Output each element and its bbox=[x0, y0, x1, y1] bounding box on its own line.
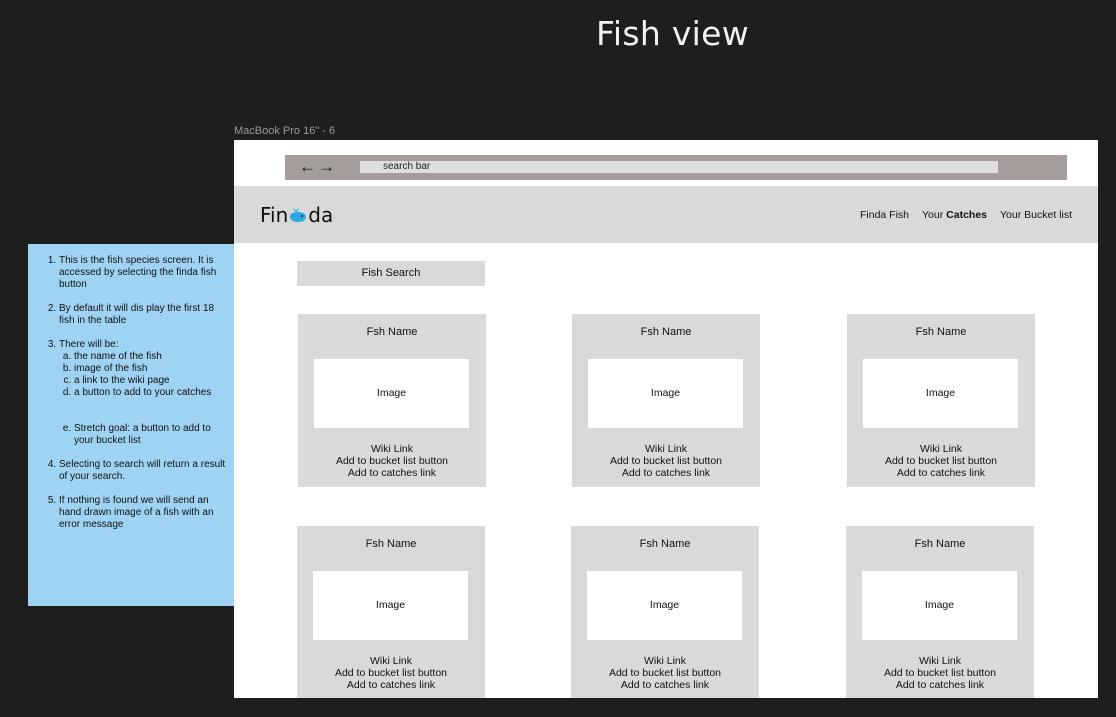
back-arrow-icon[interactable]: ← bbox=[299, 157, 318, 176]
add-to-catches-link[interactable]: Add to catches link bbox=[297, 679, 485, 691]
site-nav: Finda Fish Your Catches Your Bucket list bbox=[847, 209, 1072, 221]
add-to-catches-link[interactable]: Add to catches link bbox=[572, 467, 760, 479]
wiki-link[interactable]: Wiki Link bbox=[297, 655, 485, 667]
add-to-bucket-list-button[interactable]: Add to bucket list button bbox=[298, 455, 486, 467]
note-item-3a: the name of the fish bbox=[74, 351, 226, 363]
add-to-bucket-list-button[interactable]: Add to bucket list button bbox=[297, 667, 485, 679]
fish-card: Fsh Name Image Wiki Link Add to bucket l… bbox=[297, 526, 485, 698]
fish-image: Image bbox=[313, 571, 468, 640]
fish-image: Image bbox=[587, 571, 742, 640]
nav-your-catches[interactable]: Your Catches bbox=[922, 209, 987, 221]
add-to-bucket-list-button[interactable]: Add to bucket list button bbox=[572, 455, 760, 467]
fish-card: Fsh Name Image Wiki Link Add to bucket l… bbox=[847, 314, 1035, 487]
card-links: Wiki Link Add to bucket list button Add … bbox=[846, 655, 1034, 691]
fish-image: Image bbox=[314, 359, 469, 428]
fish-name: Fsh Name bbox=[639, 538, 691, 550]
site-header: Fin da Finda Fish Your Catches Your Bucket… bbox=[234, 186, 1098, 243]
add-to-catches-link[interactable]: Add to catches link bbox=[846, 679, 1034, 691]
note-item-4: Selecting to search will return a result… bbox=[59, 459, 226, 483]
add-to-bucket-list-button[interactable]: Add to bucket list button bbox=[847, 455, 1035, 467]
wiki-link[interactable]: Wiki Link bbox=[846, 655, 1034, 667]
fish-name: Fsh Name bbox=[366, 326, 418, 338]
add-to-bucket-list-button[interactable]: Add to bucket list button bbox=[571, 667, 759, 679]
note-item-1: This is the fish species screen. It is a… bbox=[59, 255, 226, 291]
add-to-bucket-list-button[interactable]: Add to bucket list button bbox=[846, 667, 1034, 679]
wiki-link[interactable]: Wiki Link bbox=[298, 443, 486, 455]
browser-bar: ←→ search bar bbox=[285, 155, 1067, 180]
nav-your-catches-bold: Catches bbox=[946, 209, 988, 221]
annotation-notes: This is the fish species screen. It is a… bbox=[28, 244, 234, 606]
fish-name: Fsh Name bbox=[914, 538, 966, 550]
fish-card: Fsh Name Image Wiki Link Add to bucket l… bbox=[571, 526, 759, 698]
fish-image: Image bbox=[862, 571, 1017, 640]
wiki-link[interactable]: Wiki Link bbox=[571, 655, 759, 667]
fish-card: Fsh Name Image Wiki Link Add to bucket l… bbox=[846, 526, 1034, 698]
wiki-link[interactable]: Wiki Link bbox=[847, 443, 1035, 455]
nav-finda-fish[interactable]: Finda Fish bbox=[860, 209, 909, 221]
note-item-3c: a link to the wiki page bbox=[74, 375, 226, 387]
logo-prefix: Fin bbox=[260, 203, 289, 227]
card-links: Wiki Link Add to bucket list button Add … bbox=[847, 443, 1035, 479]
add-to-catches-link[interactable]: Add to catches link bbox=[847, 467, 1035, 479]
frame-label: MacBook Pro 16" - 6 bbox=[234, 125, 336, 137]
card-links: Wiki Link Add to bucket list button Add … bbox=[571, 655, 759, 691]
fish-name: Fsh Name bbox=[640, 326, 692, 338]
nav-your-bucket-list[interactable]: Your Bucket list bbox=[1000, 209, 1072, 221]
fish-card: Fsh Name Image Wiki Link Add to bucket l… bbox=[572, 314, 760, 487]
fish-search-button[interactable]: Fish Search bbox=[297, 261, 485, 286]
logo[interactable]: Fin da bbox=[260, 203, 333, 227]
page-title: Fish view bbox=[596, 14, 750, 53]
browser-search-bar[interactable]: search bar bbox=[360, 161, 998, 173]
nav-your-catches-prefix: Your bbox=[922, 209, 944, 221]
note-item-3d: a button to add to your catches bbox=[74, 387, 226, 399]
whale-icon bbox=[290, 208, 307, 222]
note-item-3b: image of the fish bbox=[74, 363, 226, 375]
notes-list: This is the fish species screen. It is a… bbox=[48, 255, 226, 531]
note-item-5: If nothing is found we will send an hand… bbox=[59, 495, 226, 531]
fish-image: Image bbox=[588, 359, 743, 428]
note-sublist: the name of the fish image of the fish a… bbox=[59, 351, 226, 447]
fish-name: Fsh Name bbox=[365, 538, 417, 550]
note-item-2: By default it will dis play the first 18… bbox=[59, 303, 226, 327]
nav-arrows: ←→ bbox=[299, 156, 337, 178]
add-to-catches-link[interactable]: Add to catches link bbox=[571, 679, 759, 691]
fish-card: Fsh Name Image Wiki Link Add to bucket l… bbox=[298, 314, 486, 487]
note-item-3-text: There will be: bbox=[59, 339, 119, 350]
macbook-frame: ←→ search bar Fin da Finda Fish Your Catc… bbox=[234, 140, 1098, 698]
fish-name: Fsh Name bbox=[915, 326, 967, 338]
card-links: Wiki Link Add to bucket list button Add … bbox=[298, 443, 486, 479]
wiki-link[interactable]: Wiki Link bbox=[572, 443, 760, 455]
add-to-catches-link[interactable]: Add to catches link bbox=[298, 467, 486, 479]
forward-arrow-icon[interactable]: → bbox=[318, 157, 337, 176]
card-links: Wiki Link Add to bucket list button Add … bbox=[297, 655, 485, 691]
logo-suffix: da bbox=[308, 203, 334, 227]
note-item-3: There will be: the name of the fish imag… bbox=[59, 339, 226, 447]
note-item-3e: Stretch goal: a button to add to your bu… bbox=[74, 423, 226, 447]
card-links: Wiki Link Add to bucket list button Add … bbox=[572, 443, 760, 479]
fish-image: Image bbox=[863, 359, 1018, 428]
